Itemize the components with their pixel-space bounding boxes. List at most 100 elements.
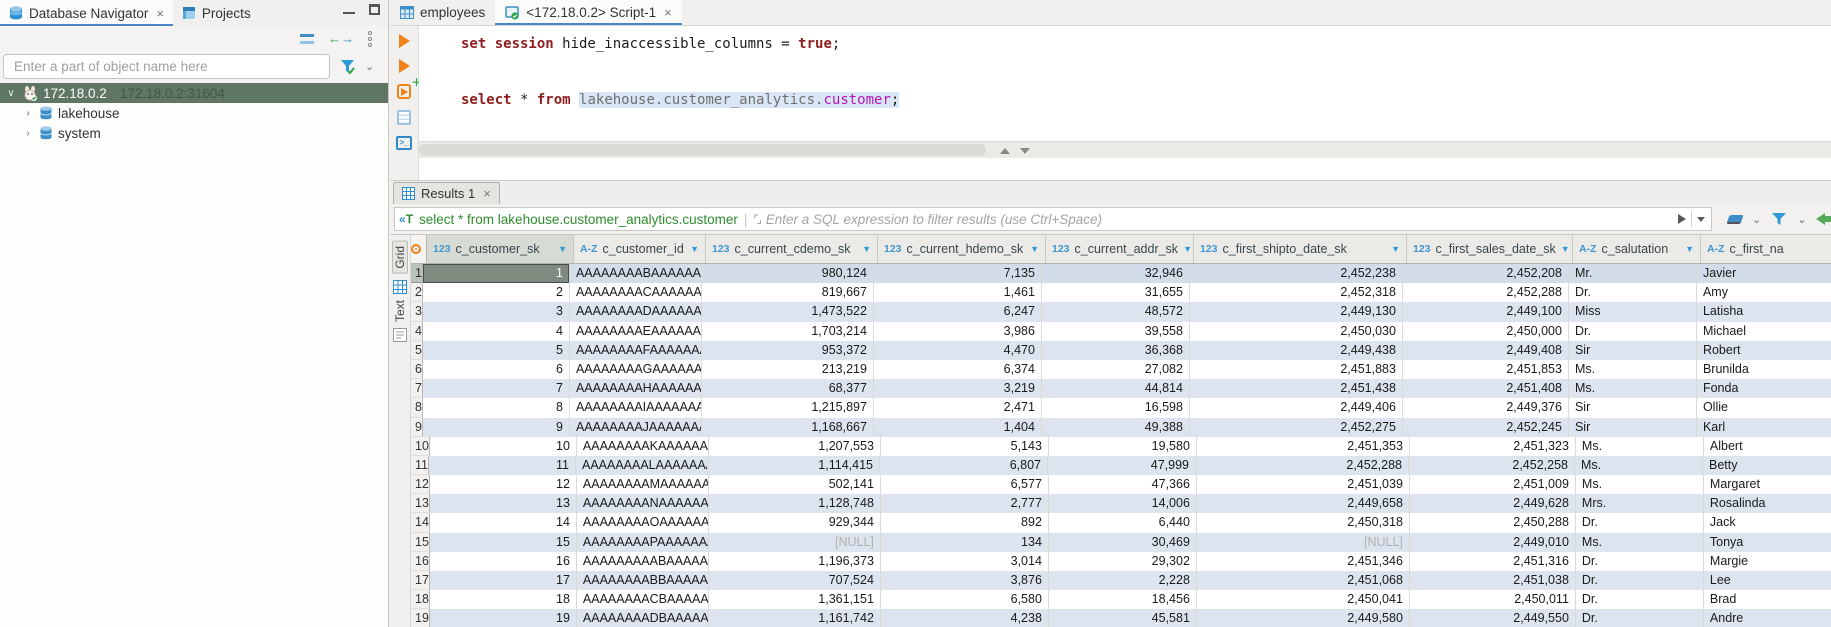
grid-cell[interactable]: 2,451,038 (1410, 571, 1576, 590)
grid-cell[interactable]: 11 (429, 456, 576, 475)
grid-cell[interactable]: Lee (1704, 571, 1831, 590)
grid-cell[interactable]: 1,473,522 (702, 302, 874, 321)
grid-cell[interactable]: 2,452,208 (1403, 264, 1569, 283)
column-header-c_customer_sk[interactable]: 123c_customer_sk▼ (427, 235, 574, 263)
object-search-input[interactable] (3, 54, 330, 79)
grid-cell[interactable]: 10 (430, 437, 577, 456)
grid-cell[interactable]: AAAAAAAAHAAAAAAA (570, 379, 702, 398)
grid-cell[interactable]: 1,215,897 (702, 398, 874, 417)
grid-cell[interactable]: 18 (430, 590, 577, 609)
grid-cell[interactable]: 819,667 (702, 283, 874, 302)
grid-cell[interactable]: 2,452,318 (1190, 283, 1403, 302)
grid-cell[interactable]: AAAAAAAACAAAAAAA (570, 283, 702, 302)
grid-cell[interactable]: 2,449,100 (1403, 302, 1569, 321)
grid-cell[interactable]: 2,451,883 (1190, 360, 1403, 379)
grid-cell[interactable]: 3,876 (881, 571, 1049, 590)
grid-cell[interactable]: Amy (1697, 283, 1831, 302)
clear-filter-icon[interactable] (1726, 215, 1743, 224)
row-number[interactable]: 3 (411, 302, 423, 321)
grid-cell[interactable]: AAAAAAAAIAAAAAAA (570, 398, 702, 417)
grid-cell[interactable]: 1,703,214 (702, 322, 874, 341)
grid-cell[interactable]: 2,450,041 (1197, 590, 1410, 609)
tab-script-1[interactable]: <172.18.0.2> Script-1 × (495, 0, 681, 25)
grid-cell[interactable]: Brad (1704, 590, 1831, 609)
grid-cell[interactable]: 1 (423, 264, 570, 283)
grid-cell[interactable]: Sir (1569, 418, 1697, 437)
tree-item-system[interactable]: ›system (0, 123, 388, 143)
grid-cell[interactable]: 19 (430, 609, 577, 627)
close-icon[interactable]: × (156, 6, 164, 21)
chevron-down-icon[interactable]: ⌄ (365, 60, 374, 73)
grid-cell[interactable]: 953,372 (702, 341, 874, 360)
grid-cell[interactable]: 13 (430, 494, 577, 513)
grid-cell[interactable]: 4,470 (874, 341, 1042, 360)
row-number[interactable]: 16 (411, 552, 430, 571)
grid-cell[interactable]: 2,452,288 (1403, 283, 1569, 302)
grid-cell[interactable]: 2,449,550 (1410, 609, 1576, 627)
grid-cell[interactable]: Andre (1704, 609, 1831, 627)
grid-cell[interactable]: Ms. (1576, 533, 1704, 552)
grid-cell[interactable]: 1,361,151 (709, 590, 881, 609)
grid-cell[interactable]: Dr. (1569, 283, 1697, 302)
collapse-all-icon[interactable] (300, 34, 314, 44)
grid-cell[interactable]: 1,207,553 (709, 437, 881, 456)
grid-cell[interactable]: Rosalinda (1704, 494, 1831, 513)
grid-cell[interactable]: 2,449,010 (1410, 533, 1576, 552)
grid-cell[interactable]: 29,302 (1049, 552, 1197, 571)
row-number[interactable]: 15 (411, 533, 430, 552)
grid-cell[interactable]: 6,580 (881, 590, 1049, 609)
grid-cell[interactable]: 2,449,406 (1190, 398, 1403, 417)
grid-cell[interactable]: Margaret (1704, 475, 1831, 494)
grid-cell[interactable]: Sir (1569, 398, 1697, 417)
row-number[interactable]: 18 (411, 590, 430, 609)
sort-dropdown-icon[interactable]: ▼ (1391, 244, 1400, 254)
tree-item-172-18-0-2[interactable]: ∨172.18.0.2172.18.0.2:31604 (0, 83, 388, 103)
filters-funnel-icon[interactable] (1771, 211, 1787, 227)
grid-cell[interactable]: 3 (423, 302, 570, 321)
scrollbar-thumb[interactable] (419, 144, 986, 156)
close-icon[interactable]: × (664, 5, 672, 20)
grid-cell[interactable]: 36,368 (1042, 341, 1190, 360)
grid-cell[interactable]: 2,451,039 (1197, 475, 1410, 494)
grid-cell[interactable]: 4 (423, 322, 570, 341)
grid-cell[interactable]: 2,450,318 (1197, 513, 1410, 532)
row-number[interactable]: 1 (411, 264, 423, 283)
grid-cell[interactable]: Latisha (1697, 302, 1831, 321)
column-header-c_first_shipto_date_sk[interactable]: 123c_first_shipto_date_sk▼ (1194, 235, 1407, 263)
grid-cell[interactable]: Miss (1569, 302, 1697, 321)
grid-cell[interactable]: 48,572 (1042, 302, 1190, 321)
grid-cell[interactable]: Ms. (1576, 475, 1704, 494)
grid-cell[interactable]: 2,451,316 (1410, 552, 1576, 571)
sort-dropdown-icon[interactable]: ▼ (690, 244, 699, 254)
row-number[interactable]: 9 (411, 418, 423, 437)
column-header-c_first_sales_date_sk[interactable]: 123c_first_sales_date_sk▼ (1407, 235, 1573, 263)
grid-cell[interactable]: Ms. (1576, 437, 1704, 456)
grid-cell[interactable]: 3,986 (874, 322, 1042, 341)
minimize-icon[interactable] (343, 12, 355, 15)
grid-cell[interactable]: 49,388 (1042, 418, 1190, 437)
presentation-tab-grid[interactable]: Grid (392, 241, 408, 274)
grid-cell[interactable]: 14 (430, 513, 577, 532)
sort-dropdown-icon[interactable]: ▼ (862, 244, 871, 254)
sort-dropdown-icon[interactable]: ▼ (558, 244, 567, 254)
tab-projects[interactable]: Projects (173, 0, 260, 26)
grid-cell[interactable]: Dr. (1576, 552, 1704, 571)
editor-horizontal-scrollbar[interactable] (419, 141, 1831, 158)
grid-cell[interactable]: Ms. (1569, 379, 1697, 398)
grid-cell[interactable]: 68,377 (702, 379, 874, 398)
grid-cell[interactable]: 2,449,130 (1190, 302, 1403, 321)
grid-cell[interactable]: [NULL] (1197, 533, 1410, 552)
grid-cell[interactable]: AAAAAAAACBAAAAAA (577, 590, 709, 609)
sort-dropdown-icon[interactable]: ▼ (1561, 244, 1570, 254)
row-number[interactable]: 5 (411, 341, 423, 360)
grid-cell[interactable]: 2,452,245 (1403, 418, 1569, 437)
grid-cell[interactable]: 16 (430, 552, 577, 571)
grid-cell[interactable]: AAAAAAAABBAAAAAA (577, 571, 709, 590)
grid-cell[interactable]: 2,449,408 (1403, 341, 1569, 360)
tab-results-1[interactable]: Results 1 × (393, 182, 500, 204)
sort-dropdown-icon[interactable]: ▼ (1183, 244, 1192, 254)
grid-cell[interactable]: Dr. (1576, 513, 1704, 532)
column-header-c_first_na[interactable]: A-Zc_first_na▼ (1701, 235, 1831, 263)
grid-cell[interactable]: 17 (430, 571, 577, 590)
grid-cell[interactable]: 47,366 (1049, 475, 1197, 494)
